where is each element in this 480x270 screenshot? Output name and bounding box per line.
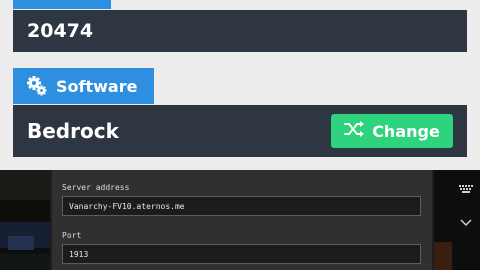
port-input-value: 1913 xyxy=(69,249,89,259)
software-value: Bedrock xyxy=(27,119,119,143)
game-screen: Server address Vanarchy-FV10.aternos.me … xyxy=(0,170,480,270)
shuffle-icon xyxy=(344,121,365,141)
port-label: Port xyxy=(62,231,82,240)
software-tab-label: Software xyxy=(56,76,138,96)
software-tab: Software xyxy=(13,68,154,104)
port-value: 20474 xyxy=(27,20,94,42)
side-controls xyxy=(452,170,480,270)
server-address-label: Server address xyxy=(62,183,130,192)
change-button-label: Change xyxy=(372,121,440,141)
background-terrain xyxy=(0,170,50,200)
background-terrain xyxy=(0,254,50,270)
gears-icon xyxy=(26,75,48,97)
chevron-down-icon[interactable] xyxy=(460,212,472,231)
port-input[interactable]: 1913 xyxy=(62,244,421,264)
background-terrain xyxy=(432,242,452,270)
keyboard-icon[interactable] xyxy=(459,180,473,199)
change-software-button[interactable]: Change xyxy=(331,114,453,148)
port-value-bar: 20474 xyxy=(13,10,467,52)
background-terrain xyxy=(8,236,34,250)
port-tab xyxy=(13,0,111,9)
server-panel: 20474 Software Bedrock Change xyxy=(0,0,480,170)
connection-form: Server address Vanarchy-FV10.aternos.me … xyxy=(50,170,434,270)
server-address-value: Vanarchy-FV10.aternos.me xyxy=(69,201,185,211)
server-address-input[interactable]: Vanarchy-FV10.aternos.me xyxy=(62,196,421,216)
